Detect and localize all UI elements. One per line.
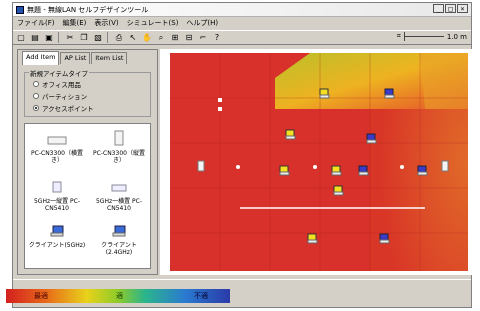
legend-good: 適 bbox=[116, 292, 123, 300]
palette-item[interactable]: PC-CN3300（縦置き） bbox=[89, 130, 149, 164]
cut-icon[interactable]: ✂ bbox=[64, 32, 76, 43]
signal-legend: 最適 適 不適 bbox=[6, 289, 230, 303]
new-file-icon[interactable]: ▢ bbox=[15, 32, 27, 43]
menu-file[interactable]: ファイル(F) bbox=[17, 18, 55, 28]
palette-item[interactable]: クライアント(2.4GHz) bbox=[89, 224, 149, 256]
legend-best: 最適 bbox=[34, 292, 48, 300]
print-icon[interactable]: ⎙ bbox=[113, 32, 125, 43]
open-folder-icon[interactable]: ▤ bbox=[29, 32, 41, 43]
item-type-group: 新規アイテムタイプ オフィス用品 パーティション アクセスポイント bbox=[24, 68, 151, 117]
legend-poor: 不適 bbox=[194, 292, 208, 300]
zoom-value: 1.0 m bbox=[446, 32, 467, 41]
grid-icon[interactable]: ⊞ bbox=[169, 32, 181, 43]
grid-toggle-icon[interactable]: ⌗ bbox=[397, 32, 401, 41]
menu-simulate[interactable]: シミュレート(S) bbox=[127, 18, 179, 28]
title-bar: 無題 - 無線LAN セルフデザインツール _ □ × bbox=[13, 3, 471, 17]
hand-icon[interactable]: ✋ bbox=[141, 32, 153, 43]
tab-add-item[interactable]: Add Item bbox=[22, 51, 60, 65]
zoom-slider[interactable] bbox=[403, 32, 444, 41]
laptop-icon bbox=[112, 225, 126, 237]
menu-help[interactable]: ヘルプ(H) bbox=[186, 18, 218, 28]
floor-plan-canvas[interactable] bbox=[160, 49, 473, 275]
paste-icon[interactable]: ▧ bbox=[92, 32, 104, 43]
copy-icon[interactable]: ❐ bbox=[78, 32, 90, 43]
zoom-icon[interactable]: ⌕ bbox=[155, 32, 167, 43]
app-icon bbox=[16, 5, 24, 14]
tab-ap-list[interactable]: AP List bbox=[60, 52, 91, 64]
menu-edit[interactable]: 編集(E) bbox=[63, 18, 87, 28]
access-point-right[interactable] bbox=[441, 160, 449, 172]
group-title: 新規アイテムタイプ bbox=[29, 68, 89, 78]
palette-item[interactable]: 5GHz一縦置 PC-CN5410 bbox=[27, 180, 87, 212]
palette-item[interactable]: 5GHz一横置 PC-CN5410 bbox=[89, 180, 149, 212]
save-icon[interactable]: ▣ bbox=[43, 32, 55, 43]
radio-access-point[interactable]: アクセスポイント bbox=[33, 103, 94, 113]
ap-vertical-icon bbox=[114, 130, 124, 146]
laptop-icon bbox=[50, 225, 64, 237]
app-window: 無題 - 無線LAN セルフデザインツール _ □ × ファイル(F) 編集(E… bbox=[12, 2, 473, 308]
ap-5g-horizontal-icon bbox=[111, 184, 127, 192]
palette-item[interactable]: クライアント(5GHz) bbox=[27, 224, 87, 249]
help-icon[interactable]: ? bbox=[211, 32, 223, 43]
window-title: 無題 - 無線LAN セルフデザインツール bbox=[27, 5, 149, 14]
maximize-button[interactable]: □ bbox=[445, 4, 456, 13]
close-button[interactable]: × bbox=[457, 4, 468, 13]
grid-alt-icon[interactable]: ⊟ bbox=[183, 32, 195, 43]
left-panel: Add Item AP List Item List 新規アイテムタイプ オフィ… bbox=[17, 49, 158, 275]
ap-horizontal-icon bbox=[47, 136, 67, 145]
ap-5g-vertical-icon bbox=[52, 181, 62, 193]
pointer-icon[interactable]: ↖ bbox=[127, 32, 139, 43]
tab-item-list[interactable]: Item List bbox=[91, 52, 128, 64]
toolbar-separator bbox=[107, 32, 108, 43]
menu-view[interactable]: 表示(V) bbox=[94, 18, 118, 28]
item-palette: PC-CN3300（横置き） PC-CN3300（縦置き） 5GHz一縦置 PC… bbox=[24, 123, 151, 269]
measure-icon[interactable]: ⌐ bbox=[197, 32, 209, 43]
minimize-button[interactable]: _ bbox=[433, 4, 444, 13]
radio-office[interactable]: オフィス用品 bbox=[33, 79, 81, 89]
radio-partition[interactable]: パーティション bbox=[33, 91, 87, 101]
menu-bar: ファイル(F) 編集(E) 表示(V) シミュレート(S) ヘルプ(H) bbox=[13, 17, 471, 29]
signal-heatmap[interactable] bbox=[170, 53, 468, 271]
zoom-control: ⌗ 1.0 m bbox=[397, 32, 467, 41]
access-point-left[interactable] bbox=[197, 160, 205, 172]
status-bar bbox=[13, 279, 471, 289]
palette-item[interactable]: PC-CN3300（横置き） bbox=[27, 134, 87, 164]
toolbar-separator bbox=[58, 32, 59, 43]
